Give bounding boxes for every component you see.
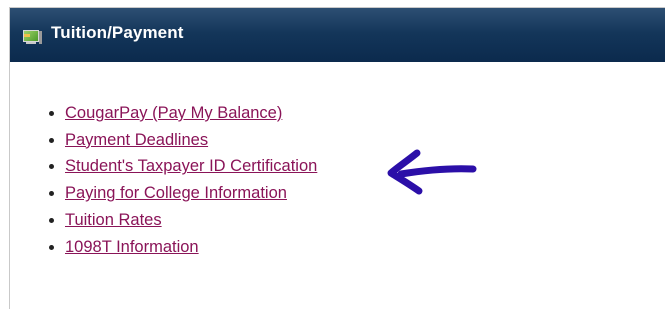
- 1098t-information-link[interactable]: 1098T Information: [65, 238, 199, 256]
- annotation-arrow-icon: [387, 149, 477, 195]
- list-item: 1098T Information: [65, 234, 317, 261]
- taxpayer-id-certification-link[interactable]: Student's Taxpayer ID Certification: [65, 157, 317, 175]
- cougarpay-link[interactable]: CougarPay (Pay My Balance): [65, 104, 282, 122]
- paying-for-college-link[interactable]: Paying for College Information: [65, 184, 287, 202]
- list-item: Payment Deadlines: [65, 127, 317, 154]
- payment-deadlines-link[interactable]: Payment Deadlines: [65, 131, 208, 149]
- list-item: Tuition Rates: [65, 207, 317, 234]
- panel-title: Tuition/Payment: [51, 23, 184, 42]
- list-item: Paying for College Information: [65, 180, 317, 207]
- link-list: CougarPay (Pay My Balance) Payment Deadl…: [0, 100, 317, 260]
- list-item: CougarPay (Pay My Balance): [65, 100, 317, 127]
- tuition-rates-link[interactable]: Tuition Rates: [65, 211, 162, 229]
- panel-header: Tuition/Payment: [10, 8, 665, 62]
- list-item: Student's Taxpayer ID Certification: [65, 153, 317, 180]
- computer-icon: [23, 29, 42, 45]
